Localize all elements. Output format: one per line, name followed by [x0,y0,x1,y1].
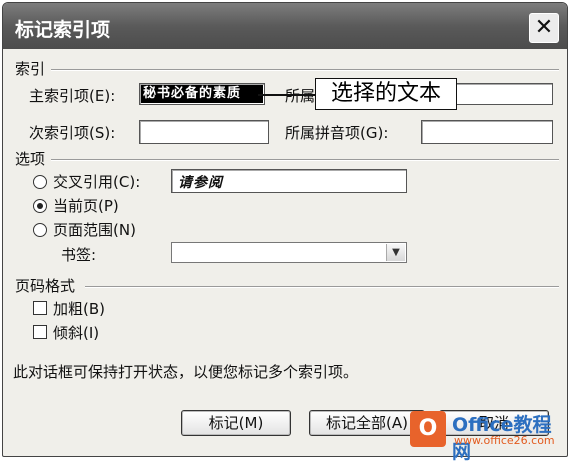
main-entry-selected-text: 秘书必备的素质 [141,85,263,103]
main-entry-input[interactable]: 秘书必备的素质 [139,83,265,105]
sub-entry-pinyin-input[interactable] [421,120,553,144]
index-group-divider [51,69,559,71]
close-button[interactable]: ✕ [529,13,559,43]
bold-label[interactable]: 加粗(B) [53,298,105,319]
options-group-divider [51,159,559,161]
page-format-group-divider [85,286,559,288]
bookmark-label: 书签: [61,246,97,264]
cross-reference-value: 请参阅 [178,175,223,191]
dialog-title: 标记索引项 [15,19,111,41]
hint-text: 此对话框可保持打开状态，以便您标记多个索引项。 [13,363,359,381]
options-group-label: 选项 [15,150,46,168]
cross-reference-label[interactable]: 交叉引用(C): [53,171,140,192]
office-logo-icon: O [410,411,446,447]
page-range-label[interactable]: 页面范围(N) [53,219,136,240]
mark-index-entry-dialog: 标记索引项 ✕ 索引 主索引项(E): 秘书必备的素质 所属 次索引项(S): … [2,2,568,457]
italic-checkbox[interactable] [33,325,47,339]
main-entry-label: 主索引项(E): [29,87,116,105]
watermark-url: www.office26.com [454,434,555,447]
cross-reference-radio[interactable] [33,175,47,189]
mark-button[interactable]: 标记(M) [181,410,291,436]
callout-pointer-line [258,94,315,96]
callout-selected-text: 选择的文本 [315,78,457,110]
site-watermark: O Office教程网 www.office26.com [410,408,568,463]
sub-entry-pinyin-label: 所属拼音项(G): [285,124,389,142]
current-page-label[interactable]: 当前页(P) [53,195,119,216]
bookmark-dropdown[interactable]: ▼ [171,242,407,263]
mark-all-button[interactable]: 标记全部(A) [309,410,425,436]
close-icon: ✕ [534,15,554,40]
page-range-radio[interactable] [33,223,47,237]
bold-checkbox[interactable] [33,301,47,315]
sub-entry-input[interactable] [139,120,269,144]
index-group-label: 索引 [15,60,46,78]
cross-reference-input[interactable]: 请参阅 [171,169,407,193]
italic-label[interactable]: 倾斜(I) [53,322,99,343]
page-format-group-label: 页码格式 [15,277,76,295]
title-bar[interactable]: 标记索引项 ✕ [3,3,567,49]
chevron-down-icon[interactable]: ▼ [386,244,405,261]
current-page-radio[interactable] [33,199,47,213]
sub-entry-label: 次索引项(S): [29,124,116,142]
